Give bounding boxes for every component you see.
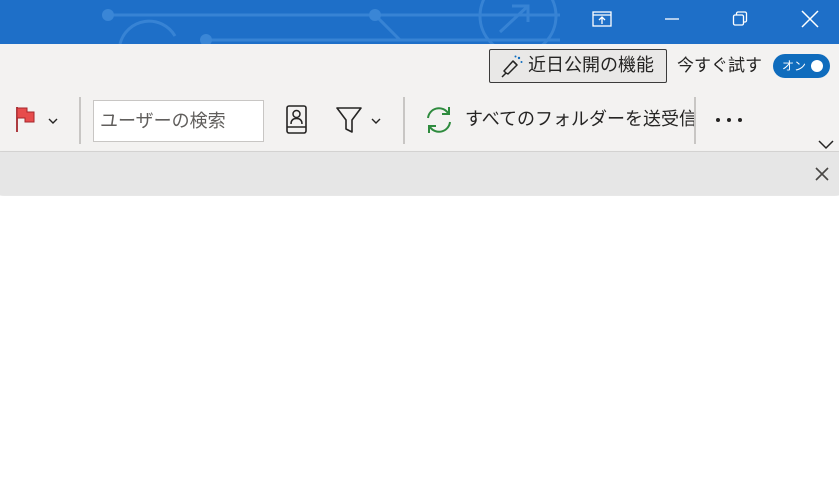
more-icon xyxy=(716,118,742,122)
close-window-button[interactable] xyxy=(787,0,833,38)
try-now-toggle[interactable]: オン xyxy=(773,54,830,78)
title-bar xyxy=(0,0,839,44)
toggle-state-label: オン xyxy=(782,59,807,73)
megaphone-icon xyxy=(498,54,524,84)
close-icon xyxy=(815,167,829,181)
filter-icon xyxy=(336,107,362,133)
address-book-button[interactable] xyxy=(281,103,311,137)
try-now-label: 今すぐ試す xyxy=(677,56,762,76)
info-bar xyxy=(0,152,839,195)
restore-icon xyxy=(732,11,748,26)
minimize-button[interactable] xyxy=(649,0,695,38)
minimize-icon xyxy=(665,18,679,20)
toggle-knob xyxy=(811,60,823,72)
filter-dropdown-button[interactable] xyxy=(334,104,384,136)
restore-button[interactable] xyxy=(717,0,763,38)
coming-soon-button[interactable]: 近日公開の機能 xyxy=(489,49,667,83)
content-area xyxy=(0,196,839,491)
ribbon-separator xyxy=(403,97,405,144)
flag-icon xyxy=(16,107,35,132)
flag-dropdown-button[interactable] xyxy=(12,104,62,136)
chevron-down-icon xyxy=(48,118,58,124)
ribbon-separator xyxy=(694,97,696,144)
coming-soon-label: 近日公開の機能 xyxy=(528,55,654,76)
ribbon-top-row: 近日公開の機能 今すぐ試す オン xyxy=(0,44,839,88)
chevron-down-icon xyxy=(818,140,834,150)
expand-ribbon-button[interactable] xyxy=(817,135,835,150)
title-bar-pattern xyxy=(102,0,560,44)
close-icon xyxy=(801,10,819,28)
send-receive-label: すべてのフォルダーを送受信 xyxy=(465,109,698,130)
search-people-input[interactable] xyxy=(93,100,264,142)
sync-icon xyxy=(427,107,451,133)
address-book-icon xyxy=(286,105,307,134)
info-bar-close-button[interactable] xyxy=(814,166,830,182)
ribbon-separator xyxy=(79,97,81,144)
pin-to-top-icon xyxy=(592,11,612,27)
more-options-button[interactable] xyxy=(712,110,746,130)
pin-to-top-button[interactable] xyxy=(579,0,625,38)
ribbon-main-row: すべてのフォルダーを送受信 xyxy=(0,88,839,152)
chevron-down-icon xyxy=(371,118,381,124)
